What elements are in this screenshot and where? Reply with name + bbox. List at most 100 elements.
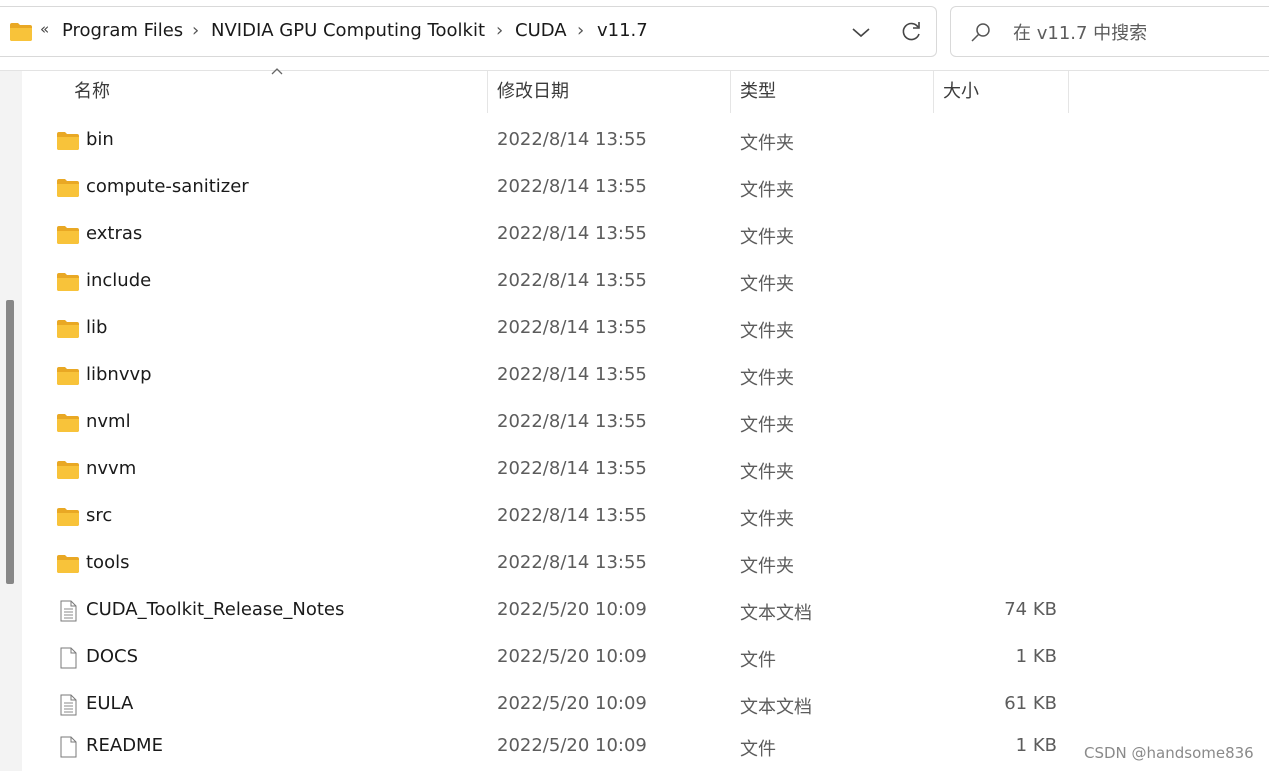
- file-size: 74 KB: [1004, 599, 1057, 620]
- column-divider[interactable]: [1068, 71, 1069, 113]
- file-name: nvml: [86, 411, 131, 432]
- chevron-down-icon[interactable]: [848, 20, 874, 44]
- breadcrumb-item-cuda[interactable]: CUDA: [515, 20, 567, 41]
- file-type: 文件夹: [740, 462, 794, 483]
- column-header-modified[interactable]: 修改日期: [497, 71, 727, 113]
- column-header-size[interactable]: 大小: [943, 71, 1063, 113]
- file-name: lib: [86, 317, 108, 338]
- folder-icon: [57, 555, 79, 573]
- file-date: 2022/8/14 13:55: [497, 552, 647, 573]
- search-box[interactable]: [950, 6, 1269, 57]
- list-item[interactable]: tools 2022/8/14 13:55 文件夹: [40, 541, 1070, 588]
- file-date: 2022/8/14 13:55: [497, 458, 647, 479]
- file-date: 2022/8/14 13:55: [497, 317, 647, 338]
- list-item[interactable]: EULA 2022/5/20 10:09 文本文档 61 KB: [40, 682, 1070, 729]
- list-item[interactable]: README 2022/5/20 10:09 文件 1 KB: [40, 724, 1070, 771]
- list-item[interactable]: src 2022/8/14 13:55 文件夹: [40, 494, 1070, 541]
- file-date: 2022/8/14 13:55: [497, 176, 647, 197]
- file-name: extras: [86, 223, 143, 244]
- breadcrumb-separator[interactable]: ›: [577, 20, 584, 41]
- file-name: src: [86, 505, 113, 526]
- breadcrumb-item-v11-7[interactable]: v11.7: [597, 20, 648, 41]
- text-document-icon: [60, 694, 77, 716]
- column-header-type[interactable]: 类型: [740, 71, 930, 113]
- file-type: 文件: [740, 739, 776, 760]
- file-size: 1 KB: [1015, 646, 1057, 667]
- column-divider[interactable]: [487, 71, 488, 113]
- file-type: 文件夹: [740, 180, 794, 201]
- file-name: compute-sanitizer: [86, 176, 249, 197]
- search-icon: [971, 23, 990, 42]
- blank-file-icon: [60, 736, 77, 758]
- list-item[interactable]: bin 2022/8/14 13:55 文件夹: [40, 118, 1070, 165]
- file-size: 61 KB: [1004, 693, 1057, 714]
- list-item[interactable]: CUDA_Toolkit_Release_Notes 2022/5/20 10:…: [40, 588, 1070, 635]
- file-type: 文件夹: [740, 133, 794, 154]
- folder-icon: [57, 367, 79, 385]
- file-name: libnvvp: [86, 364, 152, 385]
- file-type: 文件夹: [740, 509, 794, 530]
- file-type: 文件夹: [740, 415, 794, 436]
- breadcrumb-item-program-files[interactable]: Program Files: [62, 20, 183, 41]
- folder-icon: [57, 320, 79, 338]
- folder-icon: [57, 132, 79, 150]
- list-item[interactable]: nvvm 2022/8/14 13:55 文件夹: [40, 447, 1070, 494]
- file-date: 2022/5/20 10:09: [497, 646, 647, 667]
- breadcrumb-separator[interactable]: ›: [496, 20, 503, 41]
- folder-icon: [57, 179, 79, 197]
- file-name: tools: [86, 552, 130, 573]
- folder-icon: [57, 226, 79, 244]
- file-explorer-window: « Program Files › NVIDIA GPU Computing T…: [0, 0, 1269, 771]
- file-date: 2022/8/14 13:55: [497, 270, 647, 291]
- folder-icon: [57, 273, 79, 291]
- file-type: 文件夹: [740, 368, 794, 389]
- column-divider[interactable]: [933, 71, 934, 113]
- list-item[interactable]: lib 2022/8/14 13:55 文件夹: [40, 306, 1070, 353]
- file-type: 文本文档: [740, 603, 812, 624]
- address-bar[interactable]: « Program Files › NVIDIA GPU Computing T…: [0, 6, 937, 57]
- folder-icon: [57, 414, 79, 432]
- file-type: 文件: [740, 650, 776, 671]
- list-item[interactable]: extras 2022/8/14 13:55 文件夹: [40, 212, 1070, 259]
- breadcrumb-item-nvidia-gpu-computing-toolkit[interactable]: NVIDIA GPU Computing Toolkit: [211, 20, 485, 41]
- file-type: 文本文档: [740, 697, 812, 718]
- list-item[interactable]: compute-sanitizer 2022/8/14 13:55 文件夹: [40, 165, 1070, 212]
- file-name: CUDA_Toolkit_Release_Notes: [86, 599, 345, 620]
- list-item[interactable]: DOCS 2022/5/20 10:09 文件 1 KB: [40, 635, 1070, 682]
- text-document-icon: [60, 600, 77, 622]
- breadcrumb-separator[interactable]: ›: [192, 20, 199, 41]
- column-divider[interactable]: [730, 71, 731, 113]
- file-date: 2022/8/14 13:55: [497, 129, 647, 150]
- file-type: 文件夹: [740, 274, 794, 295]
- file-date: 2022/5/20 10:09: [497, 599, 647, 620]
- file-date: 2022/8/14 13:55: [497, 364, 647, 385]
- folder-icon: [57, 508, 79, 526]
- file-type: 文件夹: [740, 321, 794, 342]
- file-type: 文件夹: [740, 556, 794, 577]
- refresh-icon[interactable]: [898, 19, 924, 45]
- list-item[interactable]: include 2022/8/14 13:55 文件夹: [40, 259, 1070, 306]
- file-name: include: [86, 270, 152, 291]
- file-name: nvvm: [86, 458, 137, 479]
- file-name: README: [86, 735, 163, 756]
- file-date: 2022/8/14 13:55: [497, 223, 647, 244]
- file-date: 2022/8/14 13:55: [497, 411, 647, 432]
- blank-file-icon: [60, 647, 77, 669]
- search-input[interactable]: [1011, 16, 1265, 50]
- file-date: 2022/5/20 10:09: [497, 735, 647, 756]
- folder-icon: [10, 23, 32, 41]
- file-type: 文件夹: [740, 227, 794, 248]
- file-size: 1 KB: [1015, 735, 1057, 756]
- file-name: DOCS: [86, 646, 139, 667]
- folder-icon: [57, 461, 79, 479]
- file-name: EULA: [86, 693, 134, 714]
- navigation-pane-scrollbar[interactable]: [6, 300, 14, 584]
- file-name: bin: [86, 129, 114, 150]
- breadcrumb-overflow-button[interactable]: «: [40, 20, 49, 38]
- file-date: 2022/5/20 10:09: [497, 693, 647, 714]
- file-date: 2022/8/14 13:55: [497, 505, 647, 526]
- column-header-name[interactable]: 名称: [74, 71, 484, 113]
- watermark-text: CSDN @handsome836: [1084, 744, 1254, 762]
- list-item[interactable]: libnvvp 2022/8/14 13:55 文件夹: [40, 353, 1070, 400]
- list-item[interactable]: nvml 2022/8/14 13:55 文件夹: [40, 400, 1070, 447]
